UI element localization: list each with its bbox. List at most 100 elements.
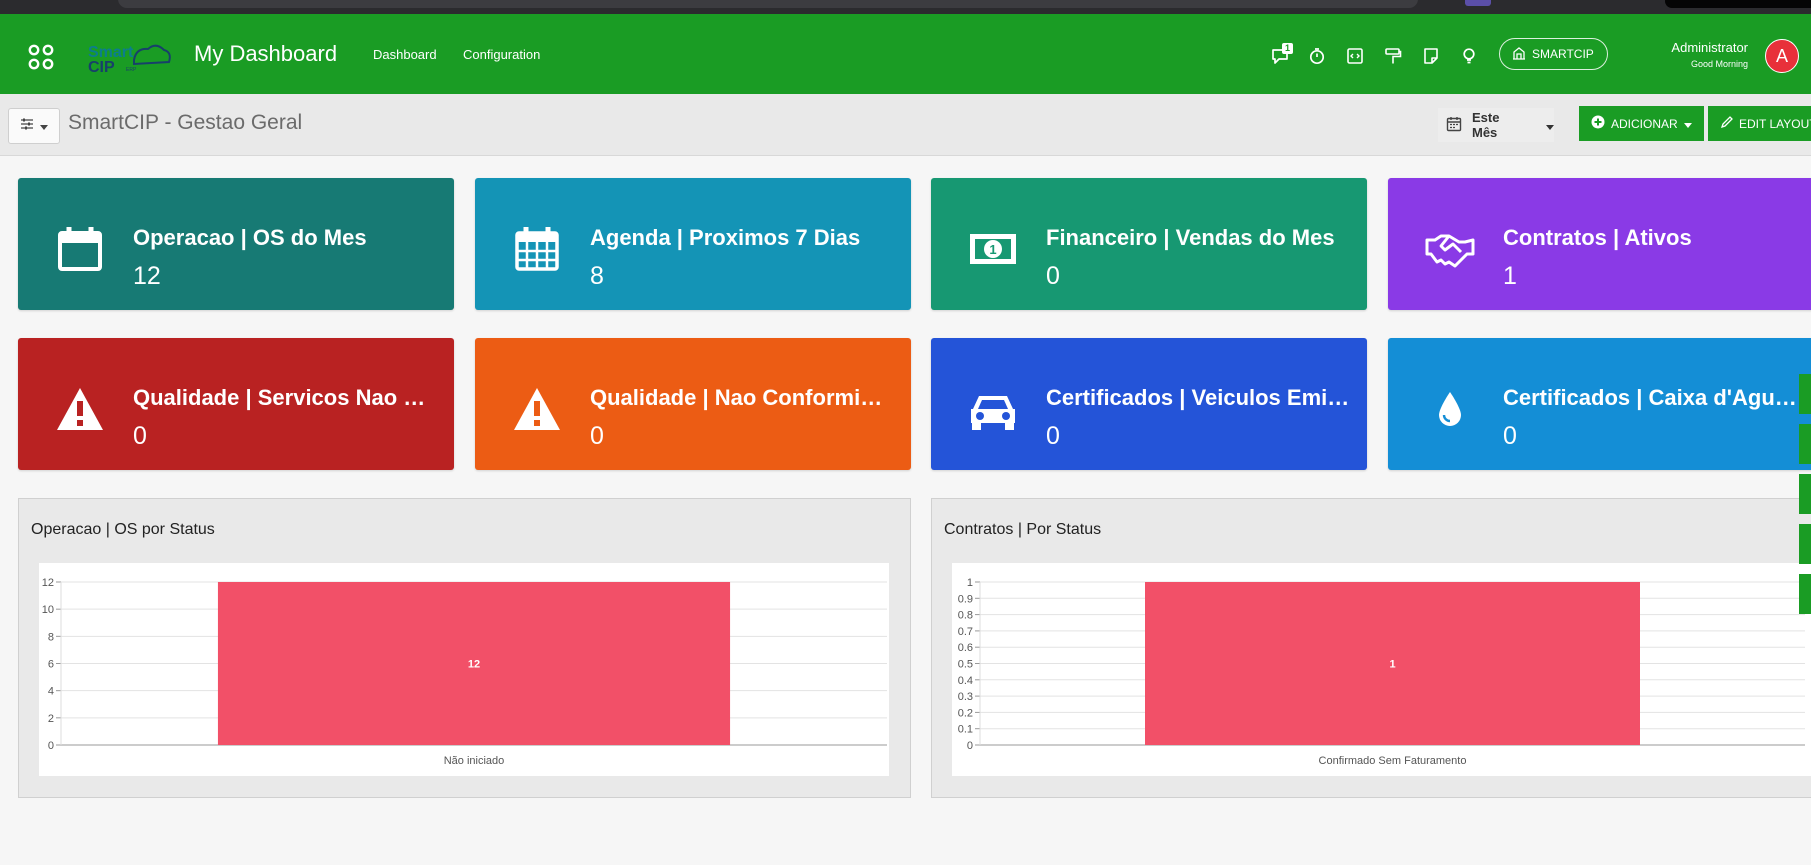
card-label: Contratos | Ativos [1503, 225, 1692, 250]
filter-settings-button[interactable] [8, 108, 60, 144]
nav-link-configuration[interactable]: Configuration [463, 47, 540, 62]
edit-layout-label: EDIT LAYOUT [1739, 116, 1811, 131]
note-icon[interactable] [1421, 46, 1441, 66]
card-agenda-proximos-7-dias[interactable]: Agenda | Proximos 7 Dias 8 [475, 178, 911, 310]
bar-data-label: 1 [1389, 659, 1395, 671]
warning-icon [52, 383, 108, 435]
card-qualidade-nao-conformidades[interactable]: Qualidade | Nao Conformidades 0 [475, 338, 911, 470]
card-certificados-caixa-dagua-emitidos[interactable]: Certificados | Caixa d'Agua Emitidos 0 [1388, 338, 1811, 470]
y-tick-label: 0.7 [958, 626, 973, 638]
y-tick-label: 0.6 [958, 642, 973, 654]
y-tick-label: 2 [48, 713, 54, 725]
card-label: Qualidade | Servicos Nao Realizados [133, 385, 438, 410]
edit-layout-button[interactable]: EDIT LAYOUT [1708, 106, 1811, 141]
card-operacao-os-mes[interactable]: Operacao | OS do Mes 12 [18, 178, 454, 310]
card-contratos-ativos[interactable]: Contratos | Ativos 1 [1388, 178, 1811, 310]
caret-down-icon [40, 117, 48, 135]
caret-down-icon [1546, 118, 1554, 133]
pencil-icon [1720, 115, 1733, 132]
apps-grid-icon[interactable] [28, 44, 54, 70]
card-value: 0 [1503, 422, 1517, 450]
user-name[interactable]: Administrator [1671, 40, 1748, 55]
avatar[interactable]: A [1765, 39, 1799, 73]
smartcip-logo[interactable]: Smart CIP ERP [86, 40, 172, 76]
panel-title: Operacao | OS por Status [31, 521, 215, 538]
dashboard-control-bar: SmartCIP - Gestao Geral Este Mês ADICION… [0, 94, 1811, 156]
handshake-icon [1422, 223, 1478, 275]
sliders-icon [20, 117, 34, 135]
y-tick-label: 1 [967, 577, 973, 589]
side-tab[interactable] [1799, 424, 1811, 464]
company-switch-button[interactable]: SMARTCIP [1499, 38, 1608, 70]
y-tick-label: 0 [48, 740, 54, 752]
svg-text:1: 1 [989, 242, 996, 257]
y-tick-label: 0.8 [958, 610, 973, 622]
y-tick-label: 0.3 [958, 691, 973, 703]
code-icon[interactable] [1345, 46, 1365, 66]
money-bill-icon: 1 [965, 223, 1021, 275]
period-value: Este Mês [1472, 110, 1500, 140]
x-category-label: Confirmado Sem Faturamento [1319, 755, 1467, 767]
card-financeiro-vendas-mes[interactable]: 1 Financeiro | Vendas do Mes 0 [931, 178, 1367, 310]
app-title[interactable]: My Dashboard [194, 41, 337, 67]
car-icon [965, 383, 1021, 435]
y-tick-label: 0.1 [958, 724, 973, 736]
y-tick-label: 6 [48, 659, 54, 671]
bar-chart-svg: 0 0.1 0.2 0.3 0.4 0.5 0.6 0.7 0.8 0.9 1 1 Confirmado… [958, 577, 1805, 767]
browser-profile-area[interactable] [1665, 0, 1811, 8]
card-value: 0 [1046, 422, 1060, 450]
calendar-icon [1446, 116, 1462, 135]
svg-text:CIP: CIP [88, 59, 115, 74]
card-value: 0 [590, 422, 604, 450]
calendar-icon [52, 223, 108, 275]
building-icon [1512, 46, 1526, 63]
card-value: 8 [590, 262, 604, 290]
card-value: 1 [1503, 262, 1517, 290]
card-value: 0 [1046, 262, 1060, 290]
y-tick-label: 4 [48, 686, 54, 698]
y-tick-label: 8 [48, 631, 54, 643]
nav-link-dashboard[interactable]: Dashboard [373, 47, 437, 62]
page-title: SmartCIP - Gestao Geral [68, 111, 303, 134]
card-value: 0 [133, 422, 147, 450]
paint-roller-icon[interactable] [1383, 46, 1403, 66]
bar-chart-svg: 0 2 4 6 8 10 12 12 Não iniciado [42, 577, 887, 767]
card-value: 12 [133, 262, 161, 290]
plus-circle-icon [1591, 115, 1605, 132]
card-label: Certificados | Caixa d'Agua Emitidos [1503, 385, 1808, 410]
side-tab[interactable] [1799, 374, 1811, 414]
add-button-label: ADICIONAR [1611, 116, 1678, 131]
card-label: Certificados | Veiculos Emitidos [1046, 385, 1351, 410]
y-tick-label: 0.4 [958, 675, 973, 687]
y-tick-label: 10 [42, 604, 54, 616]
add-button[interactable]: ADICIONAR [1579, 106, 1704, 141]
panel-operacao-os-por-status: Operacao | OS por Status 0 2 4 6 8 10 12 12 Não … [18, 498, 911, 798]
caret-down-icon [1683, 117, 1692, 131]
chart-operacao-os-por-status: 0 2 4 6 8 10 12 12 Não iniciado [39, 563, 889, 776]
panel-contratos-por-status: Contratos | Por Status 0 0.1 0.2 0.3 0.4 0.5 0… [931, 498, 1811, 798]
card-label: Agenda | Proximos 7 Dias [590, 225, 861, 250]
bar-data-label: 12 [468, 659, 480, 671]
y-tick-label: 0.2 [958, 707, 973, 719]
chart-contratos-por-status: 0 0.1 0.2 0.3 0.4 0.5 0.6 0.7 0.8 0.9 1 1 Confirmado… [952, 563, 1811, 776]
top-navbar: Smart CIP ERP My Dashboard Dashboard Con… [0, 14, 1811, 94]
y-tick-label: 0.5 [958, 659, 973, 671]
side-tab[interactable] [1799, 524, 1811, 564]
company-label: SMARTCIP [1532, 47, 1594, 61]
card-certificados-veiculos-emitidos[interactable]: Certificados | Veiculos Emitidos 0 [931, 338, 1367, 470]
x-category-label: Não iniciado [444, 755, 505, 767]
browser-url-bar[interactable] [118, 0, 1418, 8]
y-tick-label: 0 [967, 740, 973, 752]
water-drop-icon [1422, 383, 1478, 435]
side-tab[interactable] [1799, 574, 1811, 614]
card-label: Financeiro | Vendas do Mes [1046, 225, 1335, 250]
card-qualidade-servicos-nao-realizados[interactable]: Qualidade | Servicos Nao Realizados 0 [18, 338, 454, 470]
lightbulb-icon[interactable] [1459, 46, 1479, 66]
card-label: Operacao | OS do Mes [133, 225, 367, 250]
stopwatch-icon[interactable] [1307, 46, 1327, 66]
svg-text:ERP: ERP [126, 67, 137, 73]
browser-extension-icon[interactable] [1465, 0, 1491, 6]
side-tab[interactable] [1799, 474, 1811, 514]
period-select[interactable]: Este Mês [1438, 108, 1554, 142]
warning-icon [509, 383, 565, 435]
